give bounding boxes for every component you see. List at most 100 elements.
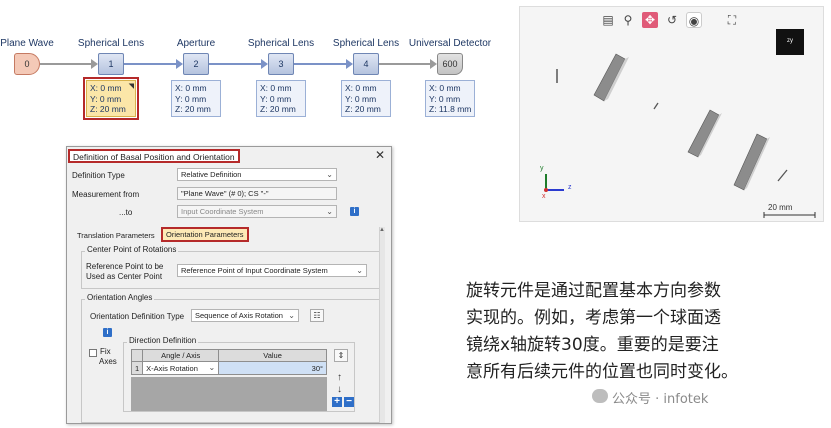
connection-wire <box>294 63 346 65</box>
connection-wire <box>379 63 430 65</box>
node-spherical-lens-1[interactable]: 1 <box>98 53 124 75</box>
description-line: 实现的。例如，考虑第一个球面透 <box>466 308 721 328</box>
aperture-line <box>653 102 659 110</box>
axes-label: Axes <box>99 357 117 366</box>
coord-z: Z: 20 mm <box>90 104 126 114</box>
node-plane-wave[interactable]: 0 <box>14 53 40 75</box>
add-row-icon[interactable]: + <box>332 397 342 407</box>
measurement-from-label: Measurement from <box>72 190 140 199</box>
axis-label-y: y <box>540 165 544 172</box>
coord-x: X: 0 mm <box>429 83 461 93</box>
measurement-from-field[interactable]: "Plane Wave" (# 0); CS "-" <box>177 187 337 200</box>
sort-icon[interactable]: ⇕ <box>334 349 348 362</box>
to-value: Input Coordinate System <box>181 207 264 216</box>
watermark: 公众号 · infotek <box>612 392 709 407</box>
ref-point-select[interactable]: Reference Point of Input Coordinate Syst… <box>177 264 367 277</box>
orientation-angles-group-title: Orientation Angles <box>85 293 155 302</box>
modified-marker-icon: ◥ <box>128 83 134 90</box>
move-up-icon[interactable]: ↑ <box>337 372 342 383</box>
coord-z: Z: 20 mm <box>175 104 211 114</box>
center-point-group-title: Center Point of Rotations <box>85 245 179 254</box>
orientation-definition-label: Orientation Definition Type <box>90 312 185 321</box>
column-header-value: Value <box>218 349 327 362</box>
connection-wire <box>124 63 176 65</box>
fix-axes-checkbox[interactable] <box>89 349 97 357</box>
coord-z: Z: 11.8 mm <box>429 104 472 114</box>
coord-y: Y: 0 mm <box>429 93 461 104</box>
table-row[interactable]: 1 X-Axis Rotation ⌄ 30° <box>130 361 327 375</box>
node-label-spherical-lens-3: Spherical Lens <box>247 38 315 49</box>
coord-x: X: 0 mm <box>345 83 377 93</box>
chevron-down-icon: ⌄ <box>356 266 363 275</box>
to-label: ...to <box>119 208 133 217</box>
table-corner <box>130 349 144 362</box>
connection-arrow <box>346 59 353 69</box>
table-empty-area <box>131 377 327 411</box>
lens-1-shape <box>593 53 629 102</box>
definition-type-label: Definition Type <box>72 171 125 180</box>
lens-4-shape <box>733 133 770 191</box>
node-label-spherical-lens-4: Spherical Lens <box>332 38 400 49</box>
chevron-down-icon: ⌄ <box>326 207 333 216</box>
detector-line <box>777 169 788 182</box>
ref-point-label-line2: Used as Center Point <box>86 272 163 281</box>
axis-value: X-Axis Rotation <box>146 363 198 373</box>
coord-y: Y: 0 mm <box>175 93 207 104</box>
coord-box-aperture[interactable]: X: 0 mm Y: 0 mm Z: 20 mm <box>171 80 221 117</box>
orientation-definition-select[interactable]: Sequence of Axis Rotation ⌄ <box>191 309 299 322</box>
chevron-down-icon: ⌄ <box>288 311 295 320</box>
info-icon[interactable]: i <box>103 328 112 337</box>
tab-translation-parameters[interactable]: Translation Parameters <box>77 231 155 240</box>
wechat-icon <box>592 389 608 403</box>
coord-y: Y: 0 mm <box>90 93 122 104</box>
orientation-definition-value: Sequence of Axis Rotation <box>195 311 283 320</box>
dialog-title: Definition of Basal Position and Orienta… <box>68 149 240 163</box>
description-text: 旋转元件是通过配置基本方向参数 实现的。例如，考虑第一个球面透 镜绕x轴旋转30… <box>466 278 826 386</box>
remove-row-icon[interactable]: − <box>344 397 354 407</box>
definition-type-value: Relative Definition <box>181 170 242 179</box>
connection-arrow <box>91 59 98 69</box>
node-spherical-lens-4[interactable]: 4 <box>353 53 379 75</box>
axis-select[interactable]: X-Axis Rotation ⌄ <box>142 361 220 375</box>
node-label-detector: Universal Detector <box>408 38 492 49</box>
dialog-scrollbar[interactable] <box>379 227 385 423</box>
definition-type-select[interactable]: Relative Definition ⌄ <box>177 168 337 181</box>
node-aperture[interactable]: 2 <box>183 53 209 75</box>
close-icon[interactable]: ✕ <box>375 148 385 162</box>
matrix-icon[interactable]: ☷ <box>310 309 324 322</box>
x-axis-dot <box>544 188 548 192</box>
angle-value-cell[interactable]: 30° <box>218 361 327 375</box>
connection-wire <box>40 63 92 65</box>
coord-box-lens-1[interactable]: X: 0 mm Y: 0 mm Z: 20 mm ◥ <box>83 77 139 120</box>
axis-label-z: z <box>568 184 572 191</box>
description-line: 镜绕x轴旋转30度。重要的是要注 <box>466 335 719 355</box>
fix-label: Fix <box>100 347 111 356</box>
3d-view-panel[interactable]: ▤ ⚲ ✥ ↺ ◉ ⛶ zy y z x 20 mm <box>519 6 824 222</box>
ref-point-value: Reference Point of Input Coordinate Syst… <box>181 266 328 275</box>
coord-x: X: 0 mm <box>175 83 207 93</box>
coord-y: Y: 0 mm <box>260 93 292 104</box>
coord-box-lens-3[interactable]: X: 0 mm Y: 0 mm Z: 20 mm <box>256 80 306 117</box>
description-line: 意所有后续元件的位置也同时变化。 <box>466 362 738 382</box>
coord-box-lens-4[interactable]: X: 0 mm Y: 0 mm Z: 20 mm <box>341 80 391 117</box>
to-select[interactable]: Input Coordinate System ⌄ <box>177 205 337 218</box>
coord-z: Z: 20 mm <box>345 104 381 114</box>
info-icon[interactable]: i <box>350 207 359 216</box>
basal-position-dialog: Definition of Basal Position and Orienta… <box>66 146 392 424</box>
tab-orientation-parameters[interactable]: Orientation Parameters <box>161 227 249 242</box>
node-spherical-lens-3[interactable]: 3 <box>268 53 294 75</box>
direction-definition-title: Direction Definition <box>127 336 199 345</box>
coord-x: X: 0 mm <box>90 83 122 93</box>
scroll-up-icon[interactable]: ▲ <box>379 227 385 235</box>
axis-label-x: x <box>542 193 546 200</box>
move-down-icon[interactable]: ↓ <box>337 384 342 395</box>
connection-arrow <box>261 59 268 69</box>
node-detector[interactable]: 600 <box>437 53 463 75</box>
chevron-down-icon: ⌄ <box>208 363 216 372</box>
coord-box-detector[interactable]: X: 0 mm Y: 0 mm Z: 11.8 mm <box>425 80 475 117</box>
3d-scene <box>544 53 816 218</box>
node-label-spherical-lens-1: Spherical Lens <box>77 38 145 49</box>
coord-x: X: 0 mm <box>260 83 292 93</box>
scale-label: 20 mm <box>768 203 793 212</box>
node-label-plane-wave: Plane Wave <box>0 38 54 49</box>
